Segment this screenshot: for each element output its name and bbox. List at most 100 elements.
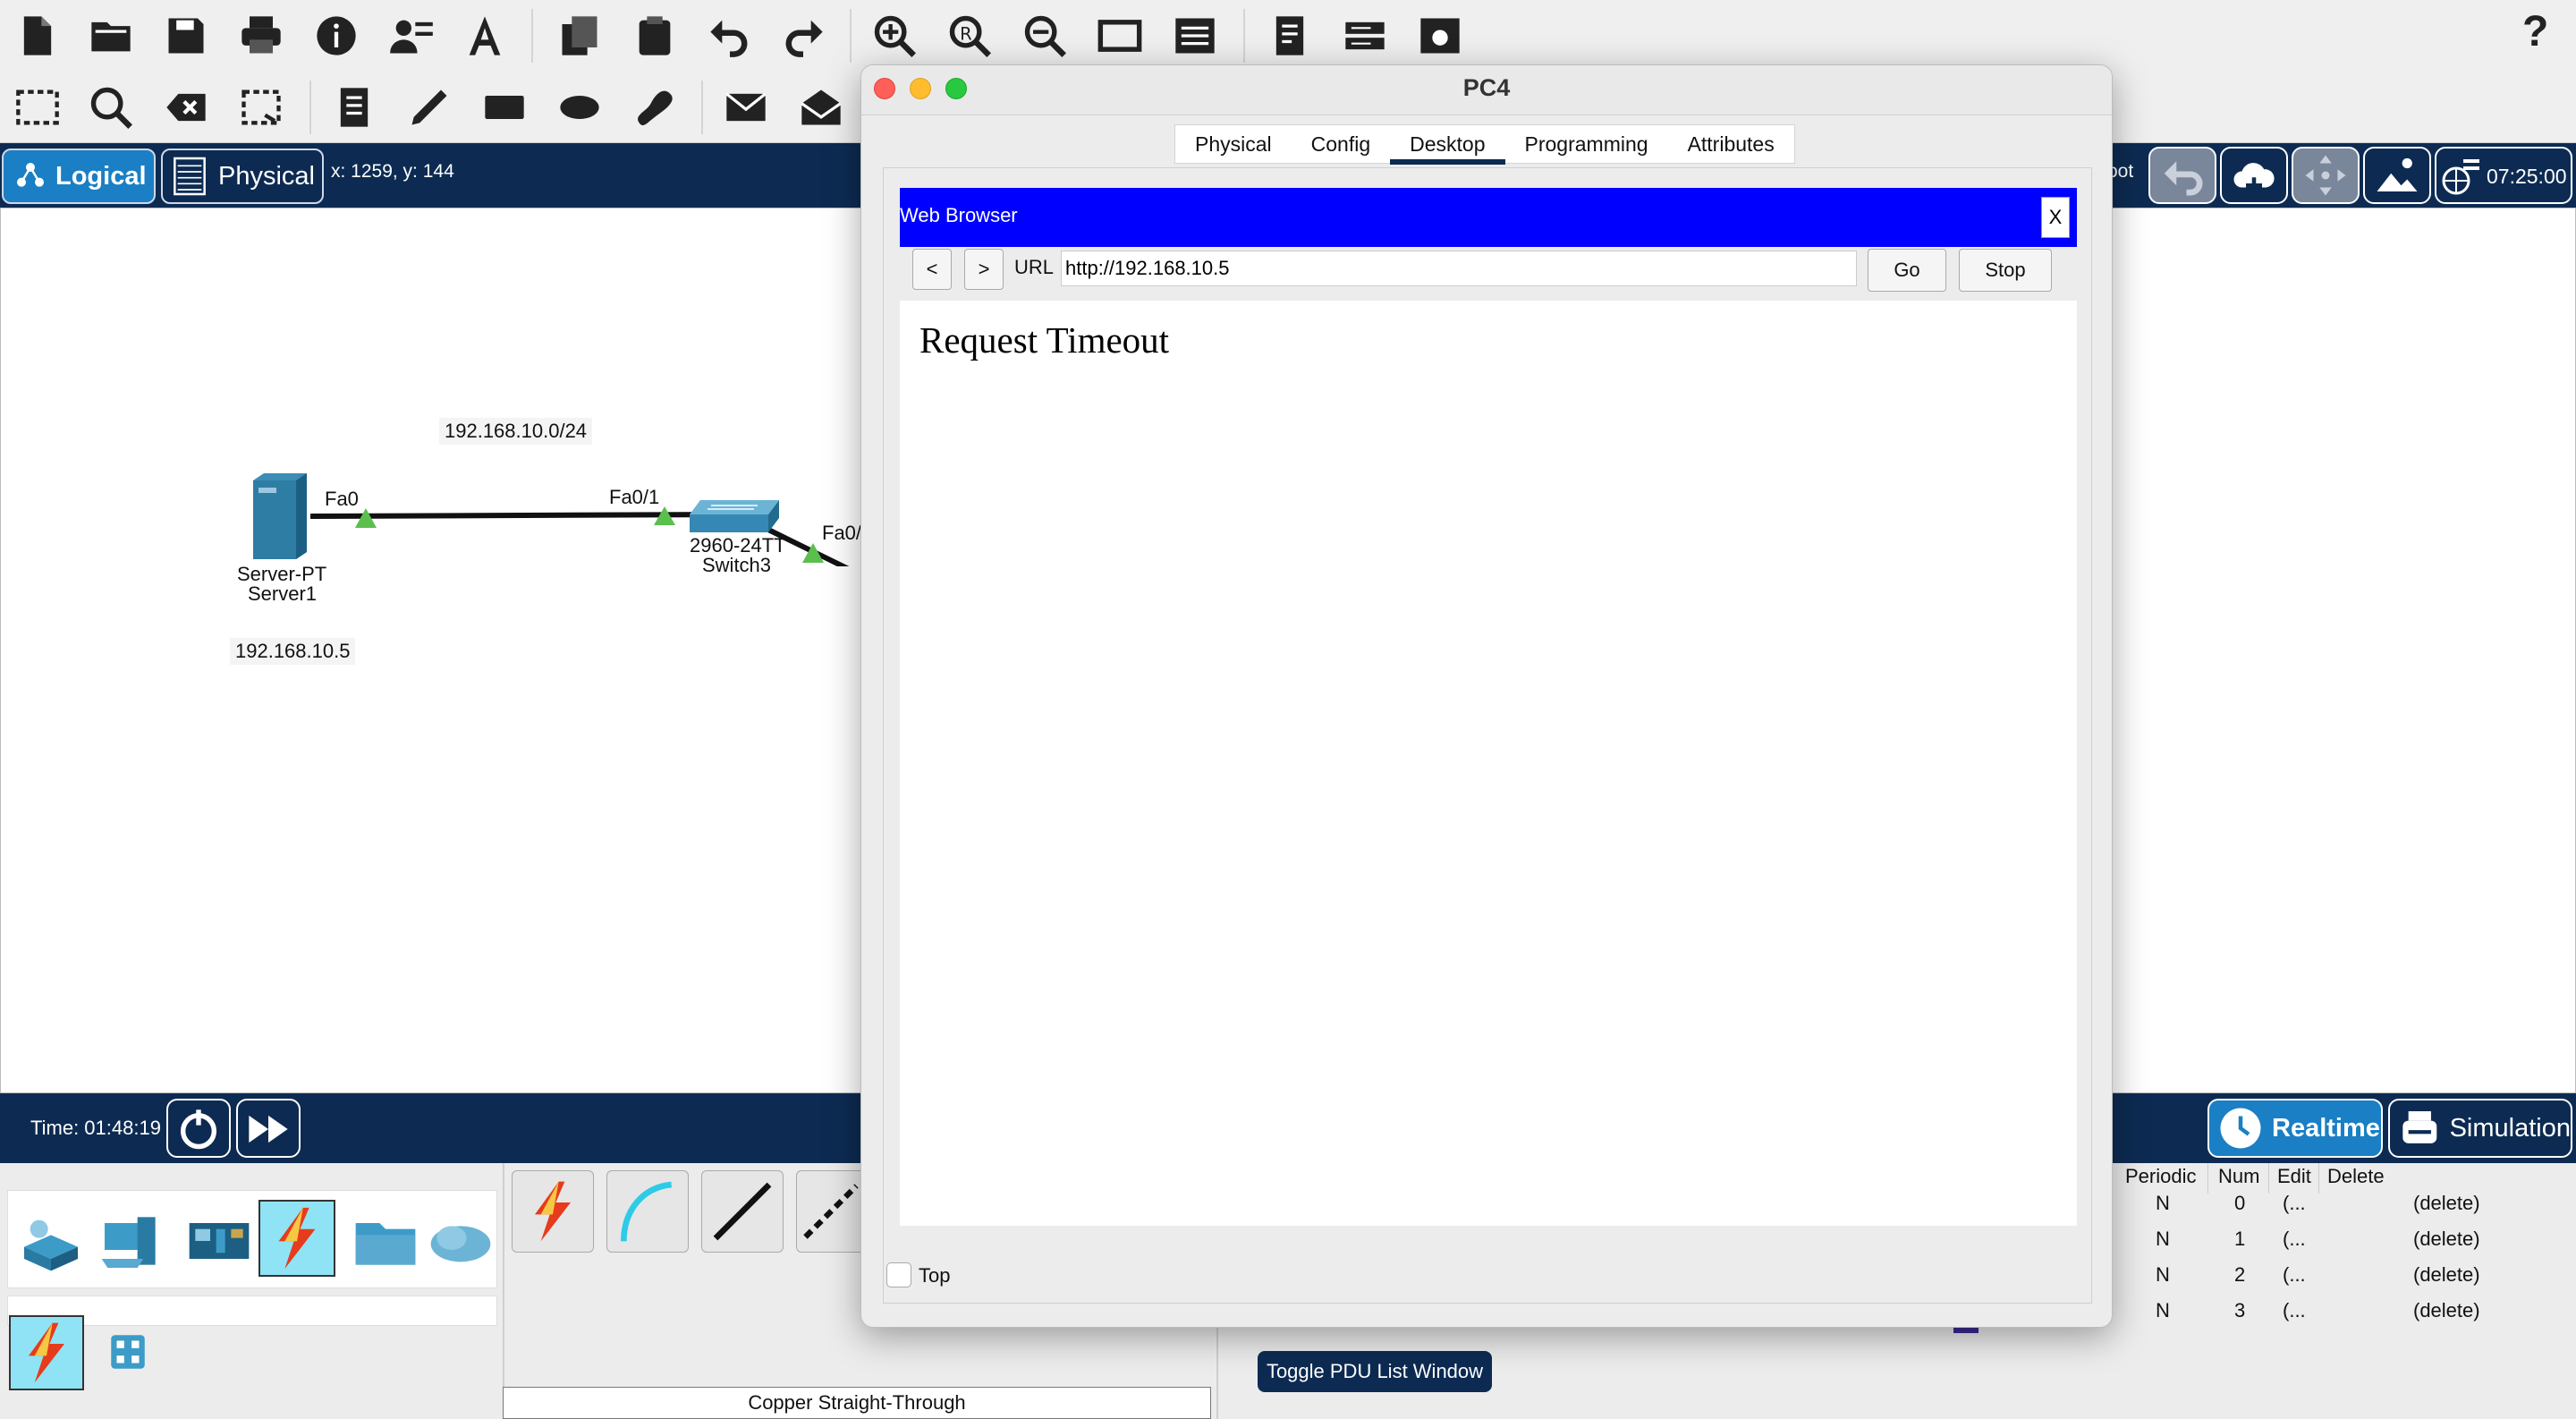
inspect-icon[interactable] (82, 79, 140, 136)
close-browser-button[interactable]: X (2041, 197, 2070, 238)
top-checkbox[interactable] (886, 1262, 911, 1287)
cloud-add-icon[interactable] (2220, 147, 2288, 204)
freeform-icon[interactable] (626, 79, 683, 136)
selected-connection-type-icon[interactable] (9, 1315, 84, 1390)
svg-text:R: R (960, 23, 972, 44)
components-icon[interactable] (183, 1205, 255, 1277)
pdu-edit[interactable]: (... (2283, 1299, 2306, 1322)
network-label: 192.168.10.0/24 (439, 418, 593, 445)
pdu-num: 3 (2234, 1299, 2246, 1321)
user-settings-icon[interactable] (383, 7, 440, 64)
pdu-periodic: N (2156, 1263, 2170, 1286)
logical-label: Logical (55, 161, 147, 191)
pdu-header-edit: Edit (2277, 1165, 2311, 1187)
simulation-label: Simulation (2449, 1113, 2571, 1143)
mail-closed-icon[interactable] (717, 79, 775, 136)
server-icon[interactable] (250, 470, 310, 561)
tab-attributes[interactable]: Attributes (1668, 125, 1794, 163)
window-titlebar[interactable]: PC4 (861, 65, 2112, 115)
stop-button[interactable]: Stop (1959, 249, 2052, 292)
back-button[interactable]: < (912, 249, 952, 290)
toolbar-divider (701, 81, 703, 134)
note-icon[interactable] (326, 79, 383, 136)
page-message: Request Timeout (919, 319, 1170, 361)
paste-icon[interactable] (626, 7, 683, 64)
realtime-mode-button[interactable]: Realtime (2207, 1099, 2383, 1158)
undo-icon[interactable] (701, 7, 758, 64)
logical-view-button[interactable]: Logical (2, 149, 156, 204)
print-icon[interactable] (233, 7, 290, 64)
toolbar-divider (531, 9, 533, 63)
copper-cross-over-icon[interactable] (796, 1170, 868, 1253)
pdu-delete[interactable]: (delete) (2413, 1228, 2480, 1251)
pdu-edit[interactable]: (... (2283, 1228, 2306, 1251)
pdu-delete[interactable]: (delete) (2413, 1192, 2480, 1215)
image-icon[interactable] (2363, 147, 2431, 204)
auto-connection-icon[interactable] (512, 1170, 594, 1253)
clock-button[interactable]: 07:25:00 (2435, 147, 2572, 204)
clock-time: 07:25:00 (2487, 165, 2567, 188)
pdu-delete[interactable]: (delete) (2413, 1299, 2480, 1322)
rectangle-view-icon[interactable] (1091, 7, 1148, 64)
pdu-delete[interactable]: (delete) (2413, 1263, 2480, 1287)
copper-straight-through-icon[interactable] (701, 1170, 784, 1253)
zoom-out-icon[interactable] (1016, 7, 1073, 64)
palette-icon[interactable] (1166, 7, 1224, 64)
desktop-panel: Web Browser X < > URL http://192.168.10.… (883, 167, 2092, 1304)
network-devices-icon[interactable] (15, 1205, 87, 1277)
tab-physical[interactable]: Physical (1175, 125, 1292, 163)
misc-folder-icon[interactable] (350, 1205, 421, 1277)
ellipse-icon[interactable] (551, 79, 608, 136)
console-cable-icon[interactable] (606, 1170, 689, 1253)
power-cycle-button[interactable] (166, 1099, 231, 1158)
switch-icon[interactable] (690, 493, 781, 536)
pdu-periodic: N (2156, 1228, 2170, 1250)
physical-label: Physical (218, 161, 315, 191)
physical-view-button[interactable]: Physical (161, 149, 324, 204)
resize-icon[interactable] (233, 79, 290, 136)
simulation-mode-button[interactable]: Simulation (2388, 1099, 2572, 1158)
toggle-pdu-list-button[interactable]: Toggle PDU List Window (1258, 1351, 1492, 1392)
go-button[interactable]: Go (1868, 249, 1946, 292)
move-icon[interactable] (2292, 147, 2360, 204)
open-folder-icon[interactable] (82, 7, 140, 64)
network-device-icon[interactable] (1336, 7, 1394, 64)
pdu-header-delete: Delete (2327, 1165, 2385, 1187)
grid-icon[interactable] (106, 1330, 150, 1374)
fast-forward-button[interactable] (236, 1099, 301, 1158)
window-title: PC4 (1462, 74, 1511, 101)
save-icon[interactable] (157, 7, 215, 64)
column-divider (2207, 1163, 2208, 1194)
new-file-icon[interactable] (9, 7, 66, 64)
copy-icon[interactable] (551, 7, 608, 64)
router-window-icon[interactable] (1411, 7, 1469, 64)
redo-icon[interactable] (775, 7, 832, 64)
panel-divider (503, 1163, 504, 1419)
connections-icon[interactable] (258, 1200, 335, 1277)
pdu-edit[interactable]: (... (2283, 1263, 2306, 1287)
pdu-edit[interactable]: (... (2283, 1192, 2306, 1215)
list-icon[interactable] (1261, 7, 1318, 64)
url-input[interactable]: http://192.168.10.5 (1061, 251, 1857, 286)
zoom-in-icon[interactable] (866, 7, 923, 64)
tab-desktop[interactable]: Desktop (1390, 125, 1505, 165)
help-icon[interactable]: ? (2522, 7, 2548, 56)
server-port-label: Fa0 (325, 488, 359, 510)
back-icon[interactable] (2148, 147, 2216, 204)
forward-button[interactable]: > (964, 249, 1004, 290)
select-icon[interactable] (9, 79, 66, 136)
main-toolbar: R ? (0, 0, 2576, 72)
zoom-reset-icon[interactable]: R (941, 7, 998, 64)
web-browser-title: Web Browser (900, 204, 1018, 226)
mail-open-icon[interactable] (792, 79, 850, 136)
tab-programming[interactable]: Programming (1505, 125, 1668, 163)
multiuser-cloud-icon[interactable] (425, 1205, 496, 1277)
rectangle-icon[interactable] (476, 79, 533, 136)
pencil-icon[interactable] (401, 79, 458, 136)
server-ip-label: 192.168.10.5 (230, 638, 356, 665)
tab-config[interactable]: Config (1292, 125, 1390, 163)
end-devices-icon[interactable] (96, 1205, 167, 1277)
delete-icon[interactable] (157, 79, 215, 136)
info-icon[interactable] (308, 7, 365, 64)
text-tool-icon[interactable] (456, 7, 513, 64)
